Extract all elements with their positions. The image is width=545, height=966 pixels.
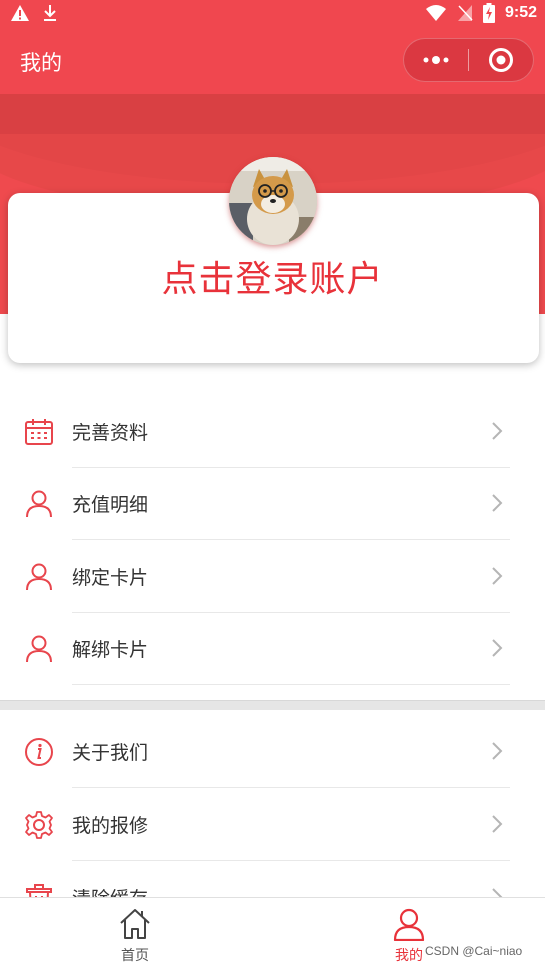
wifi-icon xyxy=(425,5,446,21)
close-mini-program-button[interactable] xyxy=(469,39,533,81)
divider xyxy=(72,860,510,861)
menu-item-my-repairs[interactable]: 我的报修 xyxy=(0,789,545,861)
more-button[interactable] xyxy=(404,39,468,81)
divider xyxy=(72,787,510,788)
menu-item-bind-card[interactable]: 绑定卡片 xyxy=(0,541,545,613)
no-signal-icon xyxy=(457,5,473,21)
section-separator xyxy=(0,700,545,710)
menu-item-recharge-details[interactable]: 充值明细 xyxy=(0,468,545,540)
login-prompt[interactable]: 点击登录账户 xyxy=(0,250,545,302)
shiba-dog-avatar-image xyxy=(229,157,317,245)
mini-program-capsule xyxy=(403,38,534,82)
chevron-right-icon xyxy=(492,422,503,440)
gear-icon xyxy=(25,811,53,839)
page-title: 我的 xyxy=(20,51,62,75)
chevron-right-icon xyxy=(492,567,503,585)
menu-item-unbind-card[interactable]: 解绑卡片 xyxy=(0,613,545,685)
download-icon xyxy=(44,5,56,21)
menu-item-label: 我的报修 xyxy=(72,815,149,837)
warning-icon xyxy=(11,5,29,21)
target-close-icon xyxy=(489,48,513,72)
chevron-right-icon xyxy=(492,494,503,512)
menu-item-label: 关于我们 xyxy=(72,742,149,764)
menu-item-label: 充值明细 xyxy=(72,494,149,516)
avatar[interactable] xyxy=(229,157,317,245)
status-time: 9:52 xyxy=(504,4,537,21)
divider xyxy=(72,684,510,685)
more-dots-icon xyxy=(423,56,449,64)
user-icon xyxy=(26,490,52,518)
menu-item-complete-profile[interactable]: 完善资料 xyxy=(0,396,545,468)
chevron-right-icon xyxy=(492,639,503,657)
user-icon xyxy=(393,908,425,941)
status-bar: 9:52 xyxy=(0,0,545,28)
navigation-bar: 我的 xyxy=(0,28,545,94)
chevron-right-icon xyxy=(492,742,503,760)
chevron-right-icon xyxy=(492,815,503,833)
menu-item-label: 解绑卡片 xyxy=(72,639,149,661)
divider xyxy=(72,539,510,540)
home-icon xyxy=(120,909,150,939)
battery-charging-icon xyxy=(482,3,495,23)
user-icon xyxy=(26,635,52,663)
menu-item-about-us[interactable]: 关于我们 xyxy=(0,716,545,788)
menu-item-label: 绑定卡片 xyxy=(72,567,149,589)
tab-home[interactable]: 首页 xyxy=(65,898,205,966)
watermark: CSDN @Cai~niao xyxy=(425,944,523,958)
tab-home-label: 首页 xyxy=(121,948,149,964)
info-icon xyxy=(25,738,53,766)
user-icon xyxy=(26,563,52,591)
calendar-icon xyxy=(25,419,53,445)
menu-item-label: 完善资料 xyxy=(72,422,149,444)
